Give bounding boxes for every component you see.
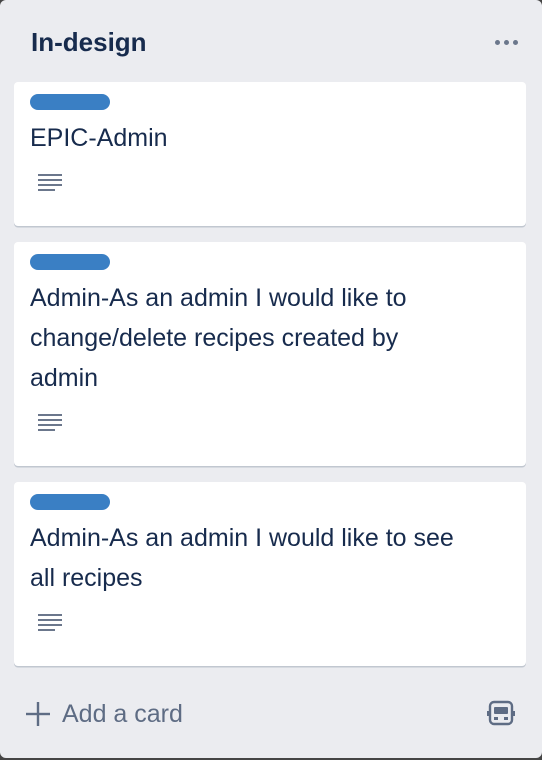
card[interactable]: EPIC-Admin [14, 82, 526, 226]
card-template-icon [487, 700, 515, 726]
card-badges [30, 398, 510, 450]
card-badges [30, 158, 510, 210]
card-label[interactable] [30, 494, 110, 510]
ellipsis-icon [494, 39, 500, 45]
description-icon [38, 174, 62, 191]
ellipsis-icon [512, 39, 518, 45]
card[interactable]: Admin-As an admin I would like to change… [14, 242, 526, 466]
card-badges [30, 598, 510, 650]
card[interactable]: Admin-As an admin I would like to see al… [14, 482, 526, 666]
ellipsis-icon [503, 39, 509, 45]
card-title: Admin-As an admin I would like to change… [30, 284, 407, 392]
add-card-label: Add a card [62, 699, 183, 728]
card-title: EPIC-Admin [30, 124, 168, 152]
card-list: EPIC-Admin Admin-As an admin I would lik… [14, 82, 526, 682]
card-title: Admin-As an admin I would like to see al… [30, 524, 454, 592]
description-icon [38, 414, 62, 431]
add-card-button[interactable]: Add a card [24, 690, 183, 738]
list-title[interactable]: In-design [31, 26, 147, 58]
plus-icon [26, 702, 50, 726]
description-icon [38, 614, 62, 631]
list-column: In-design EPIC-Admin Admin-As an admin I… [0, 0, 542, 758]
card-label[interactable] [30, 254, 110, 270]
list-menu-button[interactable] [490, 28, 522, 56]
card-label[interactable] [30, 94, 110, 110]
list-header: In-design [0, 0, 542, 82]
create-from-template-button[interactable] [484, 696, 518, 730]
